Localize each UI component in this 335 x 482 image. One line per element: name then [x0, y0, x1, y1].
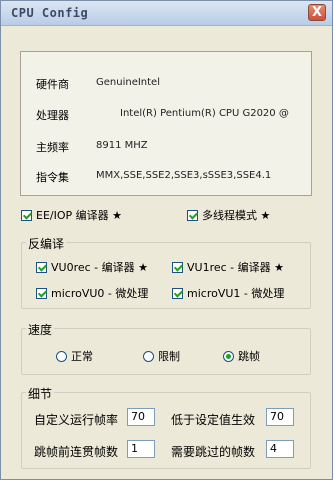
- window-title: CPU Config: [11, 6, 89, 20]
- cpu-config-window: CPU Config X 硬件商 GenuineIntel 处理器 Intel(…: [0, 0, 333, 480]
- isa-label: 指令集: [36, 171, 69, 184]
- speed-limit-radio-icon[interactable]: [143, 350, 154, 362]
- skip-frames-label: 需要跳过的帧数: [171, 445, 256, 459]
- speed-title: 速度: [26, 321, 55, 338]
- microvu1-checkbox[interactable]: microVU1 - 微处理: [172, 285, 284, 301]
- consecutive-skip-input[interactable]: 1: [127, 440, 155, 458]
- below-effect-input[interactable]: 70: [266, 408, 294, 426]
- isa-value: MMX,SSE,SSE2,SSE3,sSSE3,SSE4.1: [96, 170, 272, 181]
- vu1rec-check-icon[interactable]: [172, 261, 183, 273]
- custom-fps-label: 自定义运行帧率: [34, 413, 119, 427]
- speed-limit-label: 限制: [158, 350, 180, 363]
- close-icon: X: [311, 5, 323, 20]
- speed-limit-radio[interactable]: 限制: [143, 348, 180, 364]
- cpu-label: 处理器: [36, 109, 69, 122]
- close-button[interactable]: X: [308, 4, 326, 21]
- vu1rec-label: VU1rec - 编译器 ★: [187, 261, 284, 274]
- vu1rec-checkbox[interactable]: VU1rec - 编译器 ★: [172, 259, 284, 275]
- speed-group: 速度 正常 限制 跳帧: [21, 321, 311, 375]
- microvu0-check-icon[interactable]: [36, 287, 47, 299]
- decompiler-group: 反编译 VU0rec - 编译器 ★ VU1rec - 编译器 ★ microV…: [21, 235, 311, 309]
- ee-iop-label: EE/IOP 编译器 ★: [36, 209, 122, 222]
- freq-value: 8911 MHZ: [96, 140, 148, 151]
- multithread-check-icon[interactable]: [187, 209, 198, 221]
- vu0rec-label: VU0rec - 编译器 ★: [51, 261, 148, 274]
- microvu0-checkbox[interactable]: microVU0 - 微处理: [36, 285, 148, 301]
- speed-normal-radio[interactable]: 正常: [56, 348, 93, 364]
- speed-normal-label: 正常: [71, 350, 93, 363]
- vu0rec-check-icon[interactable]: [36, 261, 47, 273]
- below-effect-label: 低于设定值生效: [171, 413, 256, 427]
- ee-iop-checkbox[interactable]: EE/IOP 编译器 ★: [21, 207, 122, 223]
- speed-skip-radio-icon[interactable]: [223, 350, 234, 362]
- freq-label: 主频率: [36, 141, 69, 154]
- vendor-value: GenuineIntel: [96, 77, 160, 88]
- custom-fps-input[interactable]: 70: [127, 408, 155, 426]
- vendor-label: 硬件商: [36, 78, 69, 91]
- skip-frames-input[interactable]: 4: [266, 440, 294, 458]
- speed-skip-label: 跳帧: [238, 350, 260, 363]
- ee-iop-check-icon[interactable]: [21, 209, 32, 221]
- details-title: 细节: [26, 385, 55, 402]
- microvu0-label: microVU0 - 微处理: [51, 287, 149, 300]
- speed-normal-radio-icon[interactable]: [56, 350, 67, 362]
- cpu-info-panel: 硬件商 GenuineIntel 处理器 Intel(R) Pentium(R)…: [20, 51, 312, 196]
- cpu-value: Intel(R) Pentium(R) CPU G2020 @: [120, 108, 289, 119]
- title-bar[interactable]: CPU Config X: [1, 1, 332, 26]
- microvu1-label: microVU1 - 微处理: [187, 287, 285, 300]
- details-group: 细节 自定义运行帧率 70 低于设定值生效 70 跳帧前连贯帧数 1 需要跳过的…: [21, 385, 311, 469]
- multithread-label: 多线程模式 ★: [202, 209, 271, 222]
- speed-skip-radio[interactable]: 跳帧: [223, 348, 260, 364]
- multithread-checkbox[interactable]: 多线程模式 ★: [187, 207, 270, 223]
- consecutive-skip-label: 跳帧前连贯帧数: [34, 445, 119, 459]
- microvu1-check-icon[interactable]: [172, 287, 183, 299]
- decompiler-title: 反编译: [26, 235, 67, 252]
- vu0rec-checkbox[interactable]: VU0rec - 编译器 ★: [36, 259, 148, 275]
